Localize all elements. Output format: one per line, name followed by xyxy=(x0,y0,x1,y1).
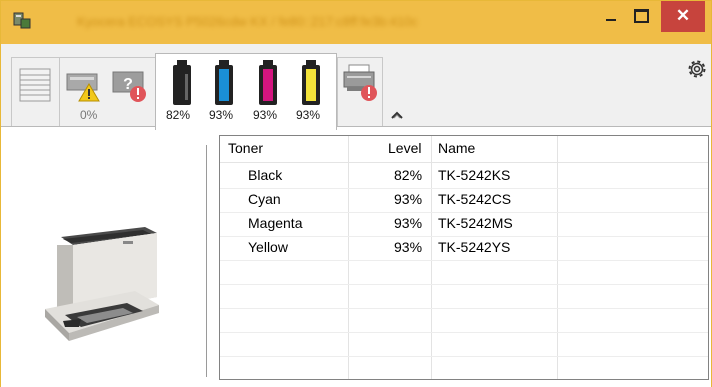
app-icon xyxy=(13,12,31,29)
empty-row xyxy=(220,332,708,357)
gear-icon[interactable] xyxy=(685,57,709,81)
printer-error-icon xyxy=(343,64,377,101)
table-row[interactable]: Yellow 93% TK-5242YS xyxy=(220,236,708,261)
magenta-toner-level: 93% xyxy=(253,108,278,122)
empty-row xyxy=(220,284,708,309)
table-header: Toner Level Name xyxy=(220,136,708,163)
device-status-tab[interactable]: ? 0% xyxy=(59,57,157,128)
empty-row xyxy=(220,356,708,379)
device-error-tab[interactable] xyxy=(337,57,383,128)
collapse-caret-icon[interactable] xyxy=(390,110,404,120)
name-cell: TK-5242YS xyxy=(438,239,511,255)
print-jobs-tab[interactable] xyxy=(11,57,61,128)
cyan-toner-icon xyxy=(215,60,233,105)
name-cell: TK-5242MS xyxy=(438,215,513,231)
level-cell: 93% xyxy=(394,215,423,231)
window-title: Kyocera ECOSYS P5026cdw KX / fe80::217:c… xyxy=(77,14,418,29)
paper-warning-icon xyxy=(66,73,100,102)
level-cell: 82% xyxy=(394,167,423,183)
header-name[interactable]: Name xyxy=(438,140,475,156)
name-cell: TK-5242KS xyxy=(438,167,511,183)
yellow-toner-level: 93% xyxy=(296,108,321,122)
table-row[interactable]: Magenta 93% TK-5242MS xyxy=(220,212,708,237)
status-percent: 0% xyxy=(80,108,98,122)
content-panel: Toner Level Name Black 82% TK-5242KS Cya… xyxy=(1,126,711,387)
status-monitor-window: Kyocera ECOSYS P5026cdw KX / fe80::217:c… xyxy=(0,0,712,387)
black-toner-icon xyxy=(173,60,191,105)
unknown-error-icon: ? xyxy=(112,71,146,102)
level-cell: 93% xyxy=(394,239,423,255)
toner-tab[interactable]: 82% 93% 93% 93% xyxy=(155,53,337,130)
yellow-toner-icon xyxy=(302,60,320,105)
maximize-button[interactable] xyxy=(628,1,654,29)
empty-row xyxy=(220,308,708,333)
table-row[interactable]: Black 82% TK-5242KS xyxy=(220,164,708,189)
empty-row xyxy=(220,260,708,285)
header-level[interactable]: Level xyxy=(388,140,421,156)
toner-cell: Yellow xyxy=(248,239,288,255)
toner-cell: Cyan xyxy=(248,191,281,207)
toner-table: Toner Level Name Black 82% TK-5242KS Cya… xyxy=(219,135,709,380)
close-icon: ✕ xyxy=(675,6,691,25)
header-toner[interactable]: Toner xyxy=(228,140,263,156)
title-bar[interactable]: Kyocera ECOSYS P5026cdw KX / fe80::217:c… xyxy=(1,1,711,44)
printer-image xyxy=(45,227,159,341)
minimize-button[interactable] xyxy=(598,1,624,29)
level-cell: 93% xyxy=(394,191,423,207)
document-stack-icon xyxy=(19,68,51,102)
toner-cell: Black xyxy=(248,167,283,183)
toner-cell: Magenta xyxy=(248,215,303,231)
magenta-toner-icon xyxy=(259,60,277,105)
status-toolbar: ? 0% 82% 93% 93% 93% xyxy=(1,44,711,130)
panel-splitter[interactable] xyxy=(206,145,207,377)
cyan-toner-level: 93% xyxy=(209,108,234,122)
name-cell: TK-5242CS xyxy=(438,191,512,207)
table-row[interactable]: Cyan 93% TK-5242CS xyxy=(220,188,708,213)
close-button[interactable]: ✕ xyxy=(661,1,705,32)
black-toner-level: 82% xyxy=(166,108,191,122)
